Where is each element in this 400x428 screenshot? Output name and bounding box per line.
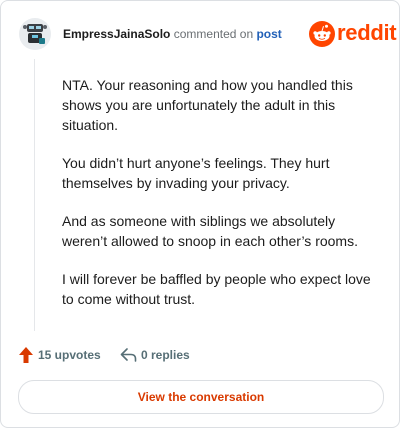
user-avatar[interactable]: [19, 18, 51, 50]
comment-meta: EmpressJainaSolo commented on post: [63, 27, 282, 41]
comment-paragraph: You didn’t hurt anyone’s feelings. They …: [62, 155, 330, 191]
thread-line: [34, 59, 35, 331]
reply-count: 0 replies: [141, 348, 190, 362]
username-link[interactable]: EmpressJainaSolo: [63, 27, 170, 41]
comment-paragraph: And as someone with siblings we absolute…: [62, 213, 358, 249]
brand-wordmark: reddit: [337, 20, 397, 45]
upvote-arrow-icon: [19, 347, 33, 363]
reply-button[interactable]: 0 replies: [120, 345, 190, 365]
reply-arrow-icon: [120, 348, 137, 362]
meta-verb: commented on: [173, 27, 254, 41]
comment-actions: 15 upvotes 0 replies: [18, 345, 378, 365]
view-conversation-button[interactable]: View the conversation: [18, 380, 384, 414]
embedded-comment-card: EmpressJainaSolo commented on post reddi…: [0, 0, 400, 428]
reddit-logo[interactable]: reddit: [309, 19, 397, 49]
comment-paragraph: NTA. Your reasoning and how you handled …: [62, 77, 353, 133]
comment-header: EmpressJainaSolo commented on post reddi…: [17, 17, 397, 51]
reddit-snoo-icon: [309, 21, 335, 47]
upvote-button[interactable]: 15 upvotes: [18, 345, 101, 365]
post-link[interactable]: post: [256, 27, 281, 41]
upvote-count: 15 upvotes: [38, 348, 101, 362]
avatar-image: [19, 18, 51, 50]
comment-body: NTA. Your reasoning and how you handled …: [62, 75, 382, 327]
comment-paragraph: I will forever be baffled by people who …: [62, 271, 371, 307]
